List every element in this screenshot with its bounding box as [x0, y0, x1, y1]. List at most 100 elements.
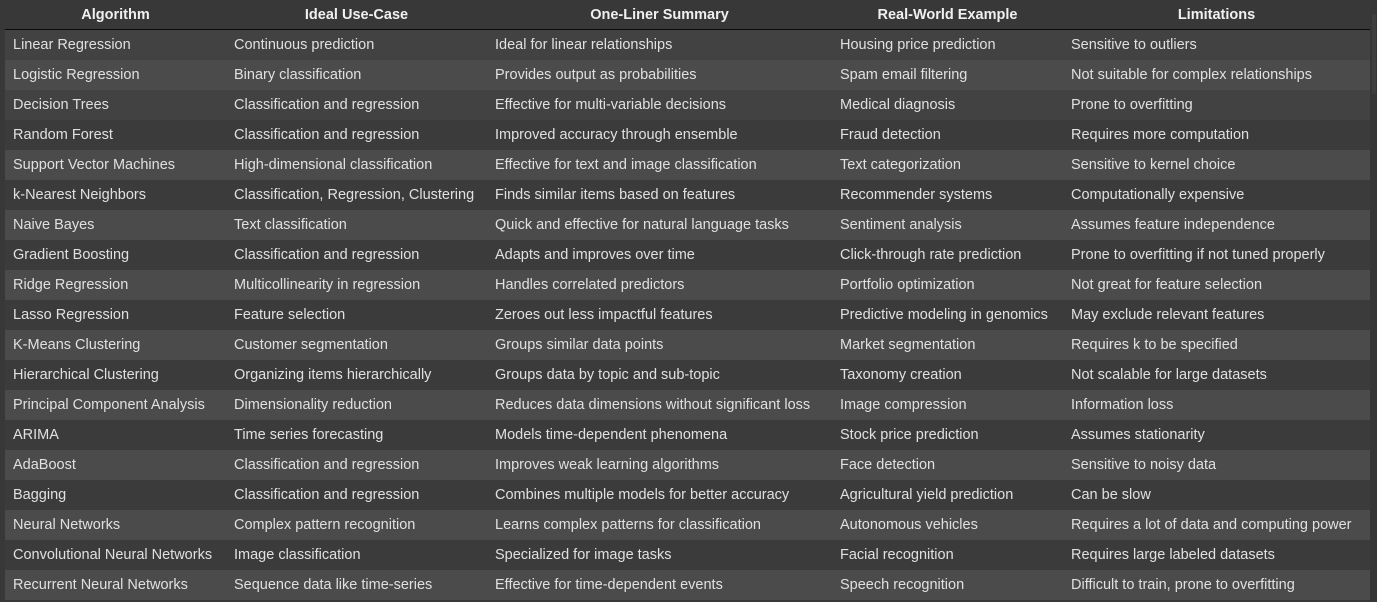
- header-limitations: Limitations: [1063, 0, 1370, 30]
- cell-ideal-use-case: Classification and regression: [234, 247, 420, 263]
- cell-algorithm: K-Means Clustering: [13, 337, 141, 353]
- cell-algorithm: Hierarchical Clustering: [13, 367, 159, 383]
- cell-limitations: Assumes stationarity: [1071, 427, 1205, 443]
- cell-real-world-example: Spam email filtering: [840, 67, 968, 83]
- table-row: Bagging Classification and regression Comb…: [5, 480, 1370, 510]
- cell-limitations: Can be slow: [1071, 487, 1151, 503]
- cell-real-world-example: Medical diagnosis: [840, 97, 956, 113]
- cell-real-world-example: Fraud detection: [840, 127, 941, 143]
- cell-one-liner-summary: Groups similar data points: [495, 337, 664, 353]
- table-row: k-Nearest Neighbors Classification, Regre…: [5, 180, 1370, 210]
- cell-ideal-use-case: High-dimensional classification: [234, 157, 433, 173]
- cell-ideal-use-case: Classification, Regression, Clustering: [234, 187, 475, 203]
- cell-ideal-use-case: Continuous prediction: [234, 37, 375, 53]
- cell-limitations: Not suitable for complex relationships: [1071, 67, 1312, 83]
- cell-one-liner-summary: Combines multiple models for better accu…: [495, 487, 790, 503]
- cell-one-liner-summary: Effective for time-dependent events: [495, 577, 723, 593]
- header-ideal-use-case: Ideal Use-Case: [226, 0, 487, 30]
- cell-limitations: Difficult to train, prone to overfitting: [1071, 577, 1295, 593]
- cell-algorithm: ARIMA: [13, 427, 59, 443]
- cell-algorithm: Random Forest: [13, 127, 113, 143]
- cell-limitations: Requires more computation: [1071, 127, 1250, 143]
- cell-real-world-example: Recommender systems: [840, 187, 993, 203]
- cell-one-liner-summary: Finds similar items based on features: [495, 187, 736, 203]
- table-row: Lasso Regression Feature selection Zeroes …: [5, 300, 1370, 330]
- cell-ideal-use-case: Complex pattern recognition: [234, 517, 416, 533]
- cell-algorithm: Ridge Regression: [13, 277, 129, 293]
- table-row: ARIMA Time series forecasting Models time-…: [5, 420, 1370, 450]
- cell-ideal-use-case: Text classification: [234, 217, 347, 233]
- cell-one-liner-summary: Learns complex patterns for classificati…: [495, 517, 761, 533]
- cell-algorithm: Naive Bayes: [13, 217, 95, 233]
- table-row: K-Means Clustering Customer segmentation G…: [5, 330, 1370, 360]
- cell-ideal-use-case: Classification and regression: [234, 487, 420, 503]
- cell-ideal-use-case: Classification and regression: [234, 457, 420, 473]
- cell-real-world-example: Face detection: [840, 457, 936, 473]
- cell-limitations: Not great for feature selection: [1071, 277, 1263, 293]
- cell-limitations: Requires k to be specified: [1071, 337, 1238, 353]
- cell-limitations: Prone to overfitting if not tuned proper…: [1071, 247, 1325, 263]
- cell-real-world-example: Housing price prediction: [840, 37, 996, 53]
- cell-ideal-use-case: Classification and regression: [234, 127, 420, 143]
- cell-real-world-example: Stock price prediction: [840, 427, 979, 443]
- table-row: Naive Bayes Text classification Quick and …: [5, 210, 1370, 240]
- table-row: Support Vector Machines High-dimensional …: [5, 150, 1370, 180]
- cell-algorithm: Recurrent Neural Networks: [13, 577, 188, 593]
- cell-one-liner-summary: Reduces data dimensions without signific…: [495, 397, 811, 413]
- cell-one-liner-summary: Adapts and improves over time: [495, 247, 695, 263]
- cell-one-liner-summary: Handles correlated predictors: [495, 277, 685, 293]
- cell-ideal-use-case: Time series forecasting: [234, 427, 384, 443]
- cell-ideal-use-case: Organizing items hierarchically: [234, 367, 432, 383]
- cell-real-world-example: Facial recognition: [840, 547, 954, 563]
- cell-real-world-example: Image compression: [840, 397, 967, 413]
- cell-ideal-use-case: Feature selection: [234, 307, 346, 323]
- cell-limitations: Sensitive to outliers: [1071, 37, 1197, 53]
- cell-one-liner-summary: Specialized for image tasks: [495, 547, 672, 563]
- table-row: Recurrent Neural Networks Sequence data l…: [5, 570, 1370, 600]
- header-row: Algorithm Ideal Use-Case One-Liner Summa…: [5, 0, 1370, 30]
- table-row: Random Forest Classification and regressi…: [5, 120, 1370, 150]
- table-row: Convolutional Neural Networks Image class…: [5, 540, 1370, 570]
- cell-algorithm: Support Vector Machines: [13, 157, 176, 173]
- table-row: AdaBoost Classification and regression Imp…: [5, 450, 1370, 480]
- cell-ideal-use-case: Image classification: [234, 547, 361, 563]
- vertical-scrollbar[interactable]: [1370, 0, 1377, 602]
- cell-algorithm: Decision Trees: [13, 97, 109, 113]
- cell-real-world-example: Predictive modeling in genomics: [840, 307, 1048, 323]
- header-real-world-example: Real-World Example: [832, 0, 1063, 30]
- cell-limitations: Sensitive to kernel choice: [1071, 157, 1236, 173]
- cell-one-liner-summary: Improved accuracy through ensemble: [495, 127, 738, 143]
- cell-ideal-use-case: Sequence data like time-series: [234, 577, 433, 593]
- cell-ideal-use-case: Customer segmentation: [234, 337, 388, 353]
- cell-real-world-example: Text categorization: [840, 157, 961, 173]
- table-row: Hierarchical Clustering Organizing items …: [5, 360, 1370, 390]
- table-row: Neural Networks Complex pattern recogniti…: [5, 510, 1370, 540]
- cell-one-liner-summary: Quick and effective for natural language…: [495, 217, 789, 233]
- cell-limitations: Prone to overfitting: [1071, 97, 1193, 113]
- cell-limitations: May exclude relevant features: [1071, 307, 1265, 323]
- cell-limitations: Sensitive to noisy data: [1071, 457, 1217, 473]
- cell-one-liner-summary: Provides output as probabilities: [495, 67, 697, 83]
- cell-algorithm: Logistic Regression: [13, 67, 140, 83]
- cell-real-world-example: Taxonomy creation: [840, 367, 962, 383]
- scrollbar-thumb[interactable]: [1372, 14, 1376, 94]
- cell-limitations: Computationally expensive: [1071, 187, 1245, 203]
- cell-real-world-example: Market segmentation: [840, 337, 976, 353]
- algorithms-table: Algorithm Ideal Use-Case One-Liner Summa…: [5, 0, 1370, 600]
- cell-limitations: Requires large labeled datasets: [1071, 547, 1275, 563]
- table-row: Principal Component Analysis Dimensionali…: [5, 390, 1370, 420]
- cell-ideal-use-case: Multicollinearity in regression: [234, 277, 421, 293]
- table-body: Linear Regression Continuous prediction Id…: [5, 29, 1370, 600]
- cell-algorithm: k-Nearest Neighbors: [13, 187, 146, 203]
- cell-algorithm: Bagging: [13, 487, 67, 503]
- cell-algorithm: Principal Component Analysis: [13, 397, 205, 413]
- cell-algorithm: AdaBoost: [13, 457, 76, 473]
- cell-real-world-example: Agricultural yield prediction: [840, 487, 1014, 503]
- header-one-liner-summary: One-Liner Summary: [487, 0, 832, 30]
- table-row: Decision Trees Classification and regress…: [5, 90, 1370, 120]
- cell-real-world-example: Sentiment analysis: [840, 217, 962, 233]
- cell-algorithm: Gradient Boosting: [13, 247, 130, 263]
- cell-algorithm: Convolutional Neural Networks: [13, 547, 213, 563]
- cell-real-world-example: Speech recognition: [840, 577, 965, 593]
- cell-limitations: Information loss: [1071, 397, 1174, 413]
